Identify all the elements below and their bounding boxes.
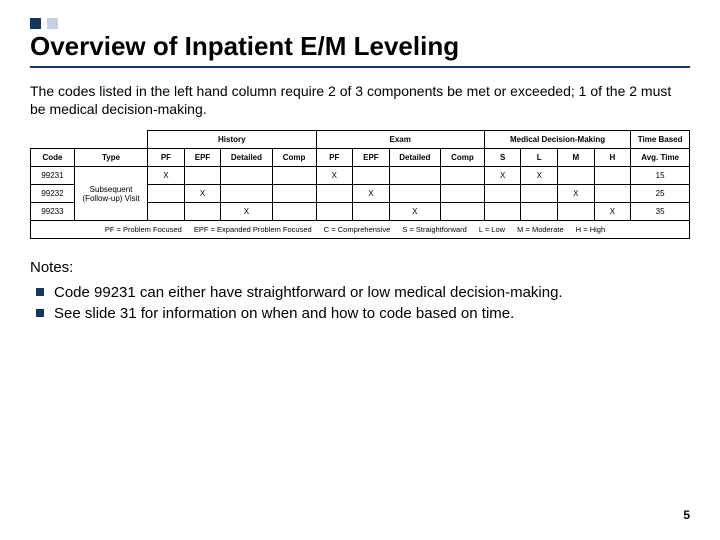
col-code: Code: [31, 149, 75, 167]
notes-heading: Notes:: [30, 259, 690, 276]
intro-text: The codes listed in the left hand column…: [30, 82, 690, 118]
square-icon: [30, 18, 41, 29]
col-type: Type: [74, 149, 147, 167]
col-exam: Exam: [316, 131, 484, 149]
list-item: See slide 31 for information on when and…: [36, 303, 690, 324]
bullet-icon: [36, 288, 44, 296]
list-item: Code 99231 can either have straightforwa…: [36, 282, 690, 303]
notes-list: Code 99231 can either have straightforwa…: [30, 282, 690, 324]
col-time: Time Based: [631, 131, 690, 149]
em-table: History Exam Medical Decision-Making Tim…: [30, 130, 690, 239]
square-icon: [47, 18, 58, 29]
accent-squares: [30, 18, 690, 29]
page-title: Overview of Inpatient E/M Leveling: [30, 31, 690, 62]
table-group-header: History Exam Medical Decision-Making Tim…: [31, 131, 690, 149]
table-row: 99231 Subsequent (Follow-up) Visit X X X…: [31, 167, 690, 185]
col-mdm: Medical Decision-Making: [484, 131, 630, 149]
table-col-header: Code Type PF EPF Detailed Comp PF EPF De…: [31, 149, 690, 167]
col-history: History: [148, 131, 316, 149]
title-rule: [30, 66, 690, 68]
page-number: 5: [683, 508, 690, 522]
table-legend: PF = Problem Focused EPF = Expanded Prob…: [31, 221, 690, 239]
type-cell: Subsequent (Follow-up) Visit: [74, 167, 147, 221]
slide: Overview of Inpatient E/M Leveling The c…: [0, 0, 720, 540]
bullet-icon: [36, 309, 44, 317]
